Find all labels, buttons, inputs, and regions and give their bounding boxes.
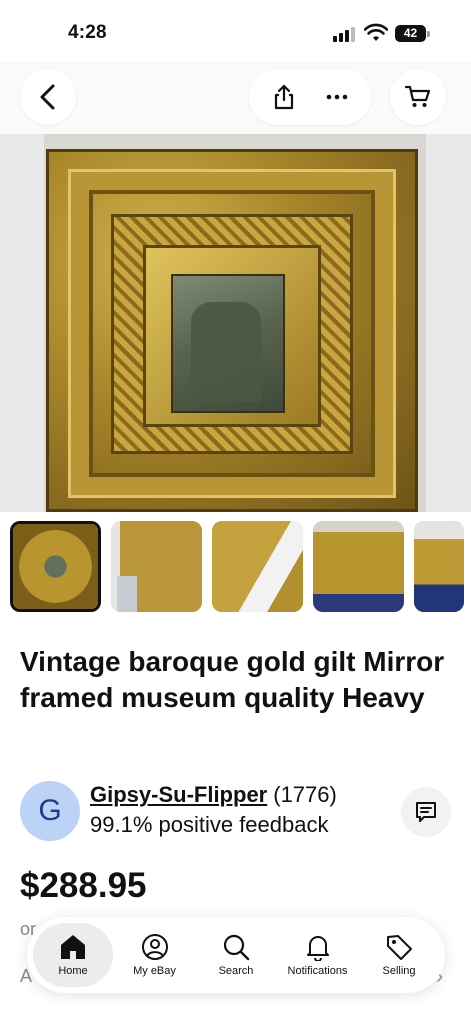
message-seller-button[interactable] [401,787,451,837]
listing-price: $288.95 [20,866,147,905]
thumbnail[interactable] [414,521,464,612]
tab-label: Search [218,965,254,977]
wifi-icon [364,23,388,41]
listing-image[interactable]: 3 [0,134,471,512]
more-button[interactable] [317,77,357,117]
thumbnail-image [212,521,303,612]
seller-feedback-count: (1776) [273,782,337,807]
mirror-frame-image [46,149,418,512]
tab-label: Notifications [287,965,348,977]
battery-tip [427,31,430,37]
status-time: 4:28 [68,22,107,43]
thumbnail[interactable] [10,521,101,612]
thumbnail-image [313,521,404,612]
actions-pill [249,69,371,125]
seller-row: Gipsy-Su-Flipper (1776) [90,782,337,808]
battery-icon: 42 [395,25,426,42]
back-button[interactable] [20,69,76,125]
cart-button[interactable] [390,69,446,125]
tab-home[interactable]: Home [33,923,113,987]
thumbnail-image [13,524,98,609]
user-icon [141,934,168,960]
more-horizontal-icon [326,94,347,100]
status-bar: 4:28 42 [0,0,471,62]
seller-name-link[interactable]: Gipsy-Su-Flipper [90,782,267,807]
tab-my-ebay[interactable]: My eBay [115,923,195,987]
tab-label: Selling [382,965,416,977]
search-icon [223,934,250,961]
share-icon [274,84,293,110]
thumbnail-image [414,521,464,612]
thumbnail[interactable] [111,521,202,612]
thumbnail-strip [10,521,464,612]
bottom-tab-bar: Home My eBay Search Notifications Sellin… [27,917,445,993]
thumbnail-image [111,521,202,612]
tab-search[interactable]: Search [196,923,276,987]
tab-notifications[interactable]: Notifications [278,923,358,987]
bell-icon [306,936,329,961]
cart-icon [405,85,431,107]
share-button[interactable] [264,77,304,117]
signal-icon [333,26,355,42]
tab-selling[interactable]: Selling [359,923,439,987]
thumbnail[interactable] [313,521,404,612]
thumbnail[interactable] [212,521,303,612]
seller-avatar[interactable]: G [20,781,80,841]
tab-label: Home [58,965,88,977]
mirror-glass [171,274,285,413]
seller-feedback-percent: 99.1% positive feedback [90,812,329,837]
home-icon [61,935,85,959]
message-icon [416,802,436,822]
chevron-left-icon [40,84,55,110]
tab-label: My eBay [133,965,176,977]
tag-icon [387,935,412,960]
top-nav [0,62,471,134]
mirror-reflection [191,302,261,402]
listing-title: Vintage baroque gold gilt Mirror framed … [20,646,445,713]
